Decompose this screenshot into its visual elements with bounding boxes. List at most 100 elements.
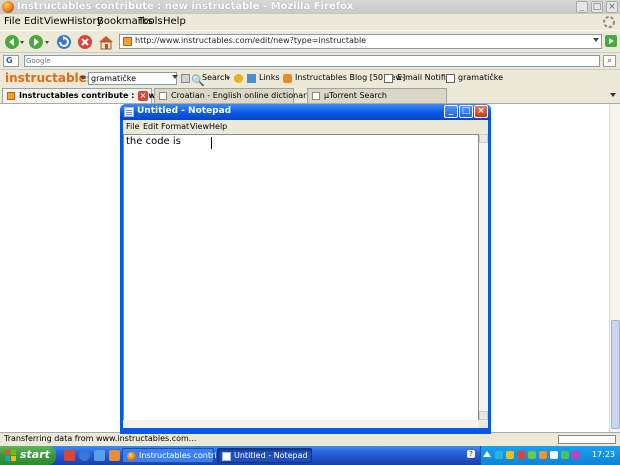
tab-favicon <box>312 92 320 100</box>
page-scrollbar[interactable] <box>609 104 620 432</box>
google-search-input[interactable] <box>26 56 586 66</box>
tray-update-icon[interactable] <box>528 451 536 459</box>
links-button[interactable]: Links <box>259 73 280 82</box>
tab-favicon <box>7 92 15 100</box>
dictionary-icon <box>446 74 455 83</box>
clear-icon[interactable] <box>181 74 190 83</box>
clock: 17:23 <box>591 450 615 459</box>
taskbar-button-notepad[interactable]: Untitled - Notepad <box>217 448 312 463</box>
firefox-icon <box>127 452 136 461</box>
instructables-search-input[interactable] <box>88 72 177 85</box>
logo-dropdown-icon[interactable] <box>80 76 86 80</box>
windows-flag-icon <box>5 450 16 461</box>
throbber-icon <box>603 16 615 28</box>
taskbar-button-label: Untitled - Notepad <box>234 451 308 460</box>
taskbar: start Instructables contrib... Untitled … <box>0 446 620 465</box>
tab-label: µTorrent Search <box>324 91 387 100</box>
rss-feed-icon <box>283 74 292 83</box>
quicklaunch-messenger-icon[interactable] <box>94 450 105 461</box>
address-url: http://www.instructables.com/edit/new?ty… <box>135 36 367 45</box>
notepad-menu-format[interactable]: Format <box>161 122 189 131</box>
tray-messenger-icon[interactable] <box>561 451 569 459</box>
notepad-menu-file[interactable]: File <box>126 122 139 131</box>
close-button[interactable]: × <box>606 1 618 13</box>
notepad-minimize-button[interactable]: _ <box>444 105 458 118</box>
search-dropdown-icon[interactable] <box>172 75 178 79</box>
page-scrollbar-thumb[interactable] <box>611 320 620 429</box>
status-bar: Transferring data from www.instructables… <box>0 432 620 446</box>
taskbar-button-firefox[interactable]: Instructables contrib... <box>122 448 229 463</box>
go-button[interactable] <box>605 35 617 47</box>
home-icon[interactable] <box>97 34 115 50</box>
notepad-window[interactable]: Untitled - Notepad _ □ × File Edit Forma… <box>120 104 491 434</box>
address-dropdown-icon[interactable] <box>593 38 599 42</box>
menu-view[interactable]: View <box>44 16 68 27</box>
tab-close-icon[interactable]: × <box>138 91 148 101</box>
tab-instructables[interactable]: Instructables contribute : new ins... × <box>2 88 181 103</box>
google-logo-button[interactable]: G <box>3 55 19 67</box>
resize-grip[interactable] <box>479 420 488 428</box>
notepad-menu-edit[interactable]: Edit <box>143 122 159 131</box>
notepad-title-bar[interactable]: Untitled - Notepad _ □ × <box>120 104 491 120</box>
google-search-box[interactable] <box>24 55 600 67</box>
navigation-toolbar: http://www.instructables.com/edit/new?ty… <box>0 30 620 53</box>
notepad-horizontal-scrollbar[interactable] <box>123 420 488 428</box>
progress-bar <box>558 435 616 444</box>
highlight-icon[interactable] <box>234 74 243 83</box>
window-title: Instructables contribute : new instructa… <box>17 1 354 12</box>
tray-app-icon[interactable] <box>572 451 580 459</box>
notepad-close-button[interactable]: × <box>474 105 488 118</box>
notepad-menu-view[interactable]: View <box>190 122 209 131</box>
firefox-title-bar[interactable]: Instructables contribute : new instructa… <box>0 0 620 14</box>
notepad-vertical-scrollbar[interactable] <box>479 134 488 420</box>
search-magnifier-icon: 🔍 <box>191 74 205 87</box>
instructables-toolbar: instructables 🔍 Search Links Instructabl… <box>0 69 620 88</box>
start-button[interactable]: start <box>0 446 56 465</box>
tab-utorrent-search[interactable]: µTorrent Search <box>307 88 447 103</box>
notepad-maximize-button[interactable]: □ <box>459 105 473 118</box>
taskbar-button-label: Instructables contrib... <box>139 451 230 460</box>
text-caret <box>211 137 212 149</box>
menu-edit[interactable]: Edit <box>24 16 43 27</box>
address-bar[interactable]: http://www.instructables.com/edit/new?ty… <box>119 34 602 49</box>
tray-antivirus-icon[interactable] <box>517 451 525 459</box>
tray-volume-icon[interactable] <box>550 451 558 459</box>
quicklaunch-media-icon[interactable] <box>109 450 120 461</box>
tray-expand-icon[interactable] <box>483 451 491 457</box>
links-icon <box>247 74 256 83</box>
notepad-menu-bar: File Edit Format View Help <box>123 120 488 134</box>
tray-shield-icon[interactable] <box>506 451 514 459</box>
tray-torrent-icon[interactable] <box>539 451 547 459</box>
notepad-text: the code is <box>126 136 181 147</box>
tab-list-dropdown-icon[interactable] <box>610 93 616 97</box>
help-icon[interactable]: ? <box>467 450 475 458</box>
scroll-down-icon[interactable] <box>479 411 488 420</box>
tray-network-icon[interactable] <box>495 451 503 459</box>
quicklaunch-ie-icon[interactable] <box>79 450 90 461</box>
scroll-up-icon[interactable] <box>479 134 488 143</box>
back-dropdown-icon[interactable] <box>20 41 24 44</box>
stop-icon[interactable] <box>76 34 94 50</box>
back-arrow-icon[interactable] <box>3 34 21 50</box>
tab-favicon <box>159 92 167 100</box>
tab-bar: Instructables contribute : new ins... × … <box>0 87 620 104</box>
firefox-icon <box>2 1 14 13</box>
minimize-button[interactable]: _ <box>576 1 588 13</box>
notepad-text-area[interactable]: the code is <box>123 134 479 426</box>
maximize-button[interactable]: □ <box>591 1 603 13</box>
quicklaunch-app-icon[interactable] <box>64 450 75 461</box>
reload-icon[interactable] <box>55 34 73 50</box>
dictionary-button[interactable]: gramatičke <box>458 73 503 82</box>
tab-croatian-dictionary[interactable]: Croatian - English online dictionary | H… <box>154 88 332 103</box>
notepad-icon <box>222 452 231 461</box>
forward-dropdown-icon[interactable] <box>45 41 49 44</box>
menu-file[interactable]: File <box>4 16 21 27</box>
notepad-menu-help[interactable]: Help <box>209 122 227 131</box>
menu-tools[interactable]: Tools <box>138 16 163 27</box>
search-icon[interactable]: ⌕ <box>603 55 616 67</box>
menu-help[interactable]: Help <box>163 16 186 27</box>
forward-arrow-icon[interactable] <box>27 34 45 50</box>
search-menu-icon[interactable] <box>226 77 230 80</box>
notepad-icon <box>124 107 134 117</box>
system-tray: ? 17:23 <box>467 446 620 465</box>
